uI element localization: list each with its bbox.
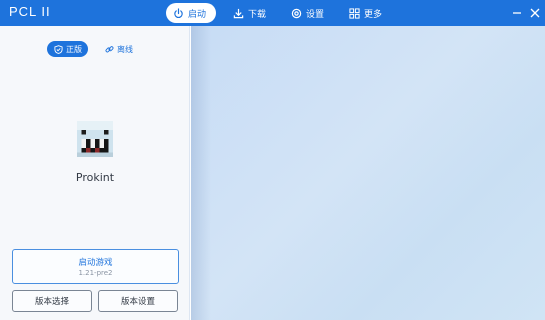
launch-game-button[interactable]: 启动游戏 1.21-pre2 [12,249,179,284]
minimize-button[interactable] [508,3,526,21]
shield-check-icon [53,44,63,54]
close-button[interactable] [526,3,544,21]
panel-shadow [191,26,211,320]
grid-icon [348,7,360,19]
nav-launch[interactable]: 启动 [166,3,216,23]
mode-offline-label: 离线 [117,44,133,54]
nav-download[interactable]: 下载 [224,3,274,23]
mode-online[interactable]: 正版 [47,41,88,57]
settings-icon [290,7,302,19]
profile-name: Prokint [75,171,115,184]
top-nav: 启动 下载 设置 更多 [166,3,398,23]
minimize-icon [512,3,522,22]
nav-more-label: 更多 [364,9,383,20]
mode-offline[interactable]: 离线 [98,41,139,57]
power-icon [172,7,184,19]
avatar [77,121,113,157]
nav-settings[interactable]: 设置 [282,3,332,23]
mode-online-label: 正版 [66,44,82,54]
nav-download-label: 下载 [248,9,267,20]
launch-game-label: 启动游戏 [78,258,113,268]
download-icon [232,7,244,19]
title-bar: PCL II 启动 下载 设置 更多 [0,0,545,26]
launch-panel: 正版 离线 Prokint 启动游戏 1.21-pre2 版本选择 版本设置 [0,26,190,320]
background-area [191,26,545,320]
link-icon [104,44,114,54]
launch-version-label: 1.21-pre2 [78,269,113,277]
nav-settings-label: 设置 [306,9,325,20]
nav-launch-label: 启动 [188,9,207,20]
version-select-button[interactable]: 版本选择 [12,290,92,312]
account-mode-switch: 正版 离线 [47,41,149,57]
app-title: PCL II [9,4,51,19]
close-icon [530,3,540,22]
nav-more[interactable]: 更多 [340,3,390,23]
version-settings-button[interactable]: 版本设置 [98,290,178,312]
